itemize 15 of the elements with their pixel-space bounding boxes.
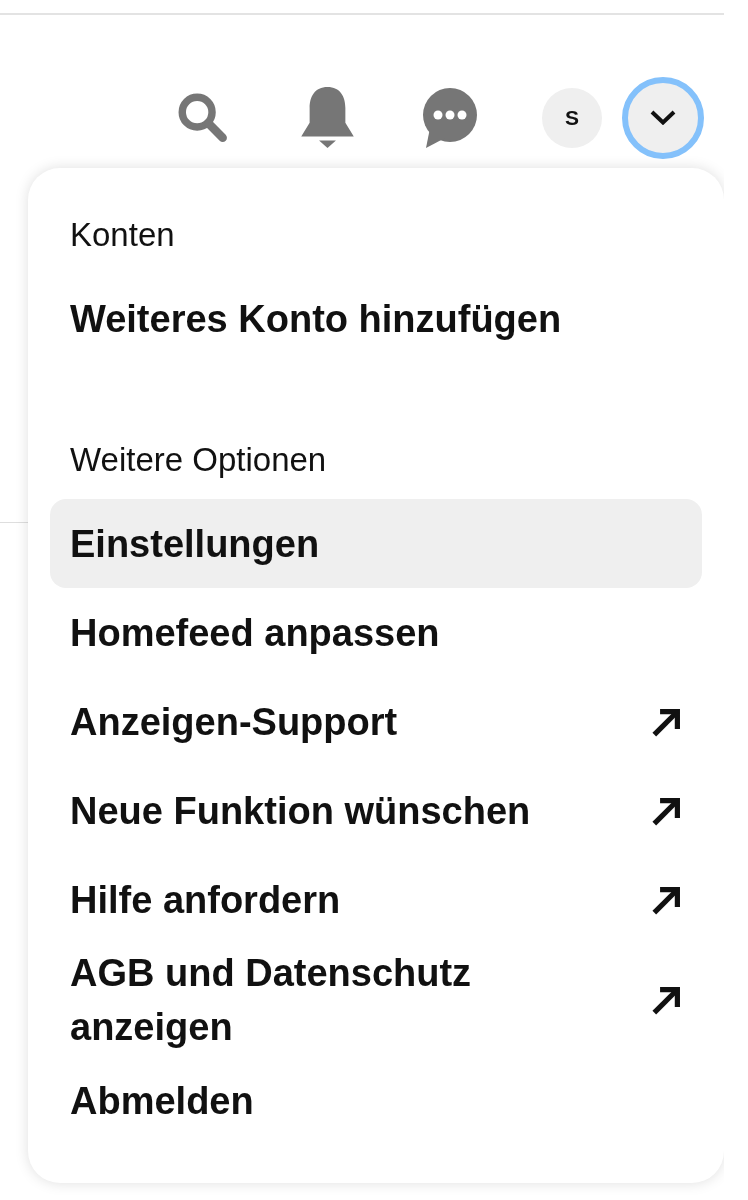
menu-item[interactable]: Anzeigen-Support <box>50 677 702 766</box>
menu-item[interactable]: Homefeed anpassen <box>50 588 702 677</box>
menu-item[interactable]: Hilfe anfordern <box>50 855 702 944</box>
menu-item[interactable]: Abmelden <box>50 1056 702 1145</box>
search-icon[interactable] <box>178 92 228 143</box>
menu-item[interactable]: Weiteres Konto hinzufügen <box>50 274 702 363</box>
account-avatar[interactable]: S <box>542 87 602 148</box>
menu-item[interactable]: Einstellungen <box>50 499 702 588</box>
section-heading: Konten <box>69 215 175 255</box>
section-heading: Weitere Optionen <box>69 440 327 480</box>
menu-item[interactable]: AGB und Datenschutz anzeigen <box>50 944 702 1056</box>
menu-item[interactable]: Neue Funktion wünschen <box>50 766 702 855</box>
bell-icon[interactable] <box>300 86 355 149</box>
chevron-down-icon <box>650 110 676 125</box>
chat-bubble-icon[interactable] <box>422 87 478 148</box>
